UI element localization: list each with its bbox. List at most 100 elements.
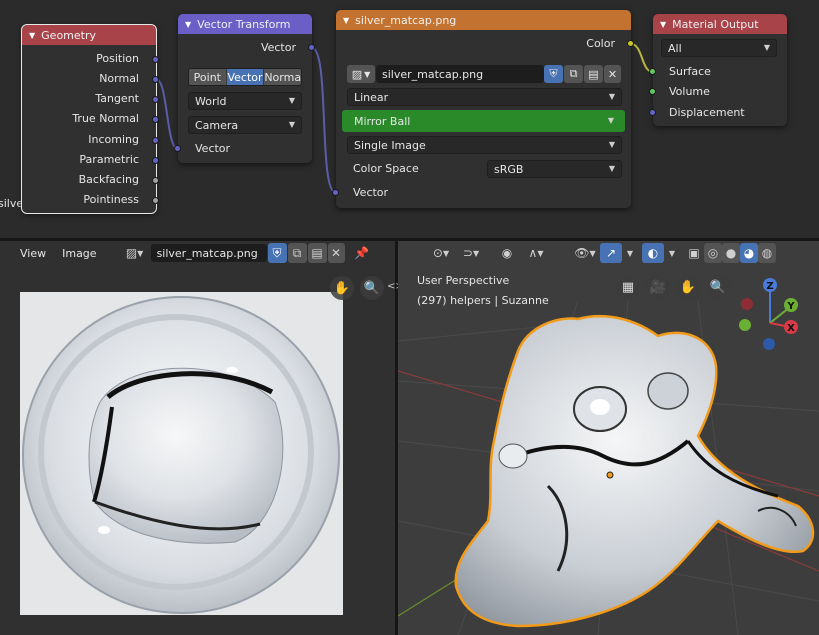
camera-view-button[interactable]: 🎥	[646, 275, 670, 299]
close-icon: ✕	[607, 67, 618, 81]
visibility-dropdown[interactable]: 👁 ▼	[570, 243, 600, 263]
material-output-header[interactable]: ▼ Material Output	[653, 14, 787, 34]
projection-dropdown[interactable]: Mirror Ball ▼	[342, 110, 625, 132]
unlink-button[interactable]: ✕	[604, 65, 621, 83]
true-normal-socket[interactable]	[152, 116, 159, 123]
neg-x-axis-handle[interactable]	[741, 298, 753, 310]
type-vector[interactable]: Vector	[226, 69, 265, 85]
solid-shading-button[interactable]: ●	[722, 243, 740, 263]
menu-image[interactable]: Image	[62, 247, 96, 260]
pan-view-button[interactable]: ✋	[330, 276, 354, 300]
chevron-down-icon: ▼	[608, 92, 615, 101]
backfacing-socket[interactable]	[152, 177, 159, 184]
fake-user-button[interactable]: ⛨	[267, 243, 287, 263]
object-origin	[606, 471, 614, 479]
geometry-node[interactable]: ▼ Geometry Position Normal Tangent True …	[21, 24, 159, 214]
copy-icon: ⧉	[569, 67, 578, 80]
image-browse-button[interactable]: ▨ ▼	[347, 65, 375, 83]
snap-dropdown[interactable]: ⊃ ▼	[456, 243, 486, 263]
output-true-normal: True Normal	[72, 112, 139, 125]
node-editor[interactable]: silver ▼ Geometry Position Normal Tangen…	[0, 0, 819, 238]
incoming-socket[interactable]	[152, 137, 159, 144]
y-axis-label: Y	[786, 301, 795, 312]
type-normal[interactable]: Norma	[264, 69, 301, 85]
pack-button[interactable]: ▤	[307, 243, 327, 263]
neg-y-axis-handle[interactable]	[739, 319, 751, 331]
output-incoming: Incoming	[88, 133, 139, 146]
normal-socket[interactable]	[152, 76, 159, 83]
zoom-icon: 🔍	[709, 279, 727, 295]
target-dropdown[interactable]: All ▼	[661, 39, 777, 57]
image-browse-button[interactable]: ▨ ▼	[121, 243, 149, 263]
fake-user-button[interactable]: ⛨	[544, 65, 563, 83]
convert-to-dropdown[interactable]: Camera ▼	[188, 116, 302, 134]
collapse-arrow-icon[interactable]: ▼	[343, 16, 349, 25]
overlay-toggle[interactable]: ◐	[642, 243, 664, 263]
pack-button[interactable]: ▤	[584, 65, 603, 83]
xray-toggle[interactable]: ▣	[684, 243, 704, 263]
image-editor-header: View Image ▨ ▼ silver_matcap.png ⛨ ⧉ ▤ ✕ …	[0, 241, 395, 265]
material-output-node[interactable]: ▼ Material Output All ▼ Surface Volume D…	[649, 14, 787, 126]
rendered-shading-button[interactable]: ◍	[758, 243, 776, 263]
3d-viewport[interactable]: ⊙ ▼ ⊃ ▼ ◉ ∧ ▼ 👁 ▼ ↗ ▼ ◐ ▼ ▣ ◎ ● ◕ ◍ User Per…	[398, 241, 819, 635]
zoom-view-button[interactable]: 🔍	[360, 276, 384, 300]
copy-icon: ⧉	[292, 245, 302, 260]
image-texture-node[interactable]: ▼ silver_matcap.png Color ▨ ▼ silver_matc…	[332, 10, 634, 208]
zoom-view-button[interactable]: 🔍	[706, 275, 730, 299]
surface-socket[interactable]	[649, 68, 656, 75]
toggle-camera-view-button[interactable]: ▦	[616, 275, 640, 299]
duplicate-button[interactable]: ⧉	[287, 243, 307, 263]
pointiness-socket[interactable]	[152, 197, 159, 204]
projection-value: Mirror Ball	[354, 114, 411, 128]
collapse-arrow-icon[interactable]: ▼	[29, 31, 35, 40]
vector-input-socket[interactable]	[332, 189, 339, 196]
matcap-sphere	[22, 296, 340, 614]
source-dropdown[interactable]: Single Image ▼	[347, 136, 622, 154]
tangent-socket[interactable]	[152, 96, 159, 103]
output-normal: Normal	[99, 72, 139, 85]
displacement-socket[interactable]	[649, 109, 656, 116]
vector-output-socket[interactable]	[308, 44, 315, 51]
chevron-down-icon: ▼	[288, 96, 295, 105]
input-vector: Vector	[195, 142, 231, 155]
type-point[interactable]: Point	[189, 69, 227, 85]
chevron-down-icon[interactable]: ▼	[664, 243, 680, 263]
proportional-icon: ◉	[501, 246, 513, 260]
image-texture-header[interactable]: ▼ silver_matcap.png	[336, 10, 631, 30]
transform-type-selector[interactable]: Point Vector Norma	[188, 68, 302, 86]
convert-from-dropdown[interactable]: World ▼	[188, 92, 302, 110]
input-displacement: Displacement	[669, 106, 745, 119]
output-vector: Vector	[260, 41, 296, 54]
parametric-socket[interactable]	[152, 157, 159, 164]
navigation-gizmo[interactable]: Z Y X	[732, 275, 819, 365]
collapse-arrow-icon[interactable]: ▼	[185, 20, 191, 29]
position-socket[interactable]	[152, 56, 159, 63]
proportional-edit-button[interactable]: ◉	[492, 243, 522, 263]
image-name-field[interactable]: silver_matcap.png	[376, 65, 544, 83]
pack-icon: ▤	[311, 246, 323, 260]
gizmo-toggle[interactable]: ↗	[600, 243, 622, 263]
image-name-field[interactable]: silver_matcap.png	[150, 244, 267, 262]
geometry-node-header[interactable]: ▼ Geometry	[22, 25, 156, 45]
volume-socket[interactable]	[649, 88, 656, 95]
color-space-dropdown[interactable]: sRGB ▼	[487, 160, 622, 178]
wireframe-shading-button[interactable]: ◎	[704, 243, 722, 263]
neg-z-axis-handle[interactable]	[763, 338, 775, 350]
pan-view-button[interactable]: ✋	[676, 275, 700, 299]
vector-transform-node[interactable]: ▼ Vector Transform Vector Point Vector N…	[174, 14, 315, 163]
material-shading-button[interactable]: ◕	[740, 243, 758, 263]
image-editor[interactable]: View Image ▨ ▼ silver_matcap.png ⛨ ⧉ ▤ ✕ …	[0, 241, 395, 635]
geometry-title: Geometry	[41, 28, 97, 42]
unlink-button[interactable]: ✕	[327, 243, 345, 263]
interpolation-dropdown[interactable]: Linear ▼	[347, 88, 622, 106]
falloff-dropdown[interactable]: ∧ ▼	[522, 243, 550, 263]
chevron-down-icon[interactable]: ▼	[622, 243, 638, 263]
vector-input-socket[interactable]	[174, 145, 181, 152]
collapse-arrow-icon[interactable]: ▼	[660, 20, 666, 29]
duplicate-button[interactable]: ⧉	[564, 65, 583, 83]
color-output-socket[interactable]	[627, 40, 634, 47]
menu-view[interactable]: View	[20, 247, 46, 260]
pivot-dropdown[interactable]: ⊙ ▼	[426, 243, 456, 263]
pin-icon[interactable]: 📌	[351, 243, 373, 263]
vector-transform-header[interactable]: ▼ Vector Transform	[178, 14, 312, 34]
